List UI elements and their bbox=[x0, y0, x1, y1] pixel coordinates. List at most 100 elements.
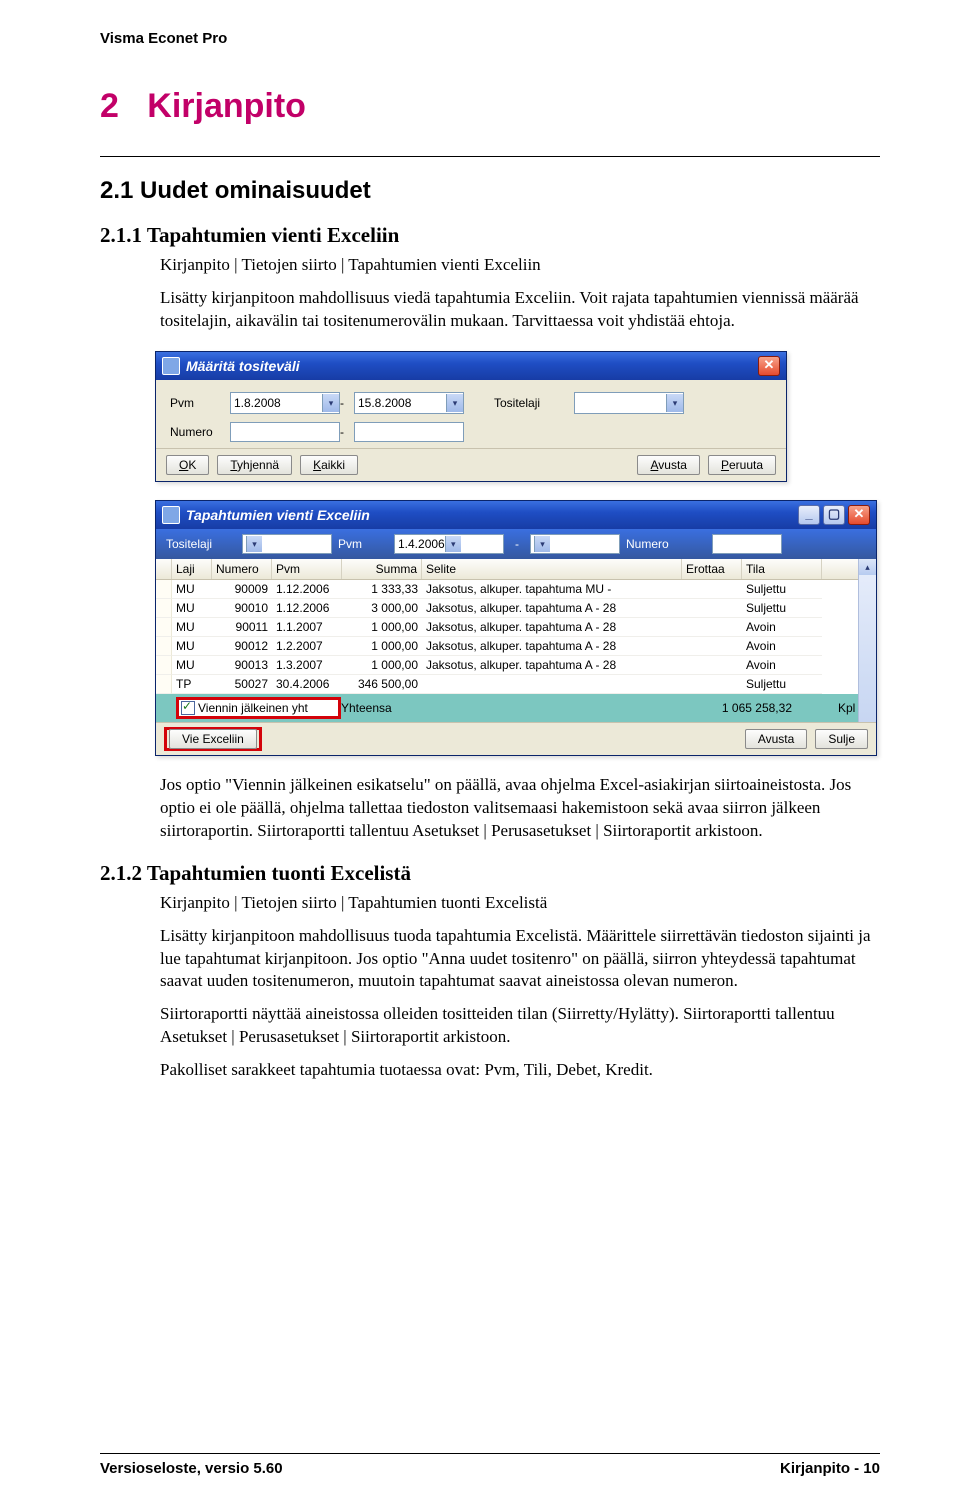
footer-left: Versioseloste, versio 5.60 bbox=[100, 1460, 283, 1477]
cell-laji: MU bbox=[172, 599, 212, 618]
close-button[interactable]: Sulje bbox=[815, 729, 868, 749]
label-numero: Numero bbox=[170, 425, 230, 439]
col-erottaa[interactable]: Erottaa bbox=[682, 559, 742, 579]
cell-erottaa bbox=[682, 656, 742, 675]
tositelaji-input[interactable]: ▾ bbox=[242, 534, 332, 554]
label-kpl: Kpl bbox=[838, 701, 855, 715]
cell-pvm: 1.12.2006 bbox=[272, 580, 342, 599]
cell-summa: 1 000,00 bbox=[342, 656, 422, 675]
help-button[interactable]: Avusta bbox=[637, 455, 699, 475]
all-button[interactable]: Kaikki bbox=[300, 455, 358, 475]
cell-laji: MU bbox=[172, 656, 212, 675]
table-row[interactable]: MU900121.2.20071 000,00Jaksotus, alkuper… bbox=[156, 637, 876, 656]
table-body: MU900091.12.20061 333,33Jaksotus, alkupe… bbox=[156, 580, 876, 694]
preview-after-export-checkbox[interactable]: Viennin jälkeinen yht bbox=[176, 697, 341, 719]
cell-numero: 50027 bbox=[212, 675, 272, 694]
cell-selite: Jaksotus, alkuper. tapahtuma A - 28 bbox=[422, 637, 682, 656]
chevron-down-icon[interactable]: ▾ bbox=[246, 536, 262, 552]
cell-laji: MU bbox=[172, 580, 212, 599]
chevron-down-icon[interactable]: ▾ bbox=[322, 394, 339, 412]
chevron-down-icon[interactable]: ▾ bbox=[446, 394, 463, 412]
section-2-1-1-heading: 2.1.1 Tapahtumien vienti Exceliin bbox=[100, 223, 880, 248]
close-icon[interactable]: ✕ bbox=[758, 356, 780, 376]
label-numero: Numero bbox=[626, 537, 706, 551]
help-button[interactable]: Avusta bbox=[745, 729, 807, 749]
table-row[interactable]: MU900101.12.20063 000,00Jaksotus, alkupe… bbox=[156, 599, 876, 618]
checkbox-icon[interactable] bbox=[181, 701, 195, 715]
col-pvm[interactable]: Pvm bbox=[272, 559, 342, 579]
cell-pvm: 1.1.2007 bbox=[272, 618, 342, 637]
titlebar[interactable]: Tapahtumien vienti Exceliin _ ▢ ✕ bbox=[156, 501, 876, 529]
cell-tila: Suljettu bbox=[742, 580, 822, 599]
titlebar[interactable]: Määritä tositeväli ✕ bbox=[156, 352, 786, 380]
cell-numero: 90011 bbox=[212, 618, 272, 637]
tositelaji-combo[interactable]: ▾ bbox=[574, 392, 684, 414]
cell-selite: Jaksotus, alkuper. tapahtuma MU - bbox=[422, 580, 682, 599]
maximize-icon[interactable]: ▢ bbox=[823, 505, 845, 525]
numero-to-input[interactable] bbox=[354, 422, 464, 442]
date-from-input[interactable]: 1.8.2008▾ bbox=[230, 392, 340, 414]
body-paragraph: Lisätty kirjanpitoon mahdollisuus viedä … bbox=[160, 287, 880, 333]
cancel-button[interactable]: Peruuta bbox=[708, 455, 776, 475]
cell-numero: 90009 bbox=[212, 580, 272, 599]
cell-tila: Avoin bbox=[742, 637, 822, 656]
col-numero[interactable]: Numero bbox=[212, 559, 272, 579]
cell-tila: Suljettu bbox=[742, 599, 822, 618]
cell-tila: Avoin bbox=[742, 618, 822, 637]
dash: - bbox=[340, 425, 354, 439]
app-icon bbox=[162, 506, 180, 524]
cell-pvm: 1.12.2006 bbox=[272, 599, 342, 618]
cell-summa: 1 000,00 bbox=[342, 618, 422, 637]
chapter-heading: 2 Kirjanpito bbox=[100, 87, 880, 126]
cell-numero: 90013 bbox=[212, 656, 272, 675]
cell-selite: Jaksotus, alkuper. tapahtuma A - 28 bbox=[422, 618, 682, 637]
cell-selite: Jaksotus, alkuper. tapahtuma A - 28 bbox=[422, 599, 682, 618]
col-tila[interactable]: Tila bbox=[742, 559, 822, 579]
cell-laji: MU bbox=[172, 637, 212, 656]
scrollbar-vertical[interactable]: ▴ bbox=[858, 559, 876, 722]
table-row[interactable]: TP5002730.4.2006346 500,00Suljettu bbox=[156, 675, 876, 694]
pvm-to-input[interactable]: ▾ bbox=[530, 534, 620, 554]
col-laji[interactable]: Laji bbox=[172, 559, 212, 579]
section-2-1-heading: 2.1 Uudet ominaisuudet bbox=[100, 177, 880, 205]
pvm-from-input[interactable]: 1.4.2006▾ bbox=[394, 534, 504, 554]
cell-summa: 1 333,33 bbox=[342, 580, 422, 599]
summary-row: Viennin jälkeinen yht Yhteensa 1 065 258… bbox=[156, 694, 876, 722]
cell-tila: Suljettu bbox=[742, 675, 822, 694]
chapter-number: 2 bbox=[100, 87, 119, 125]
table-row[interactable]: MU900131.3.20071 000,00Jaksotus, alkuper… bbox=[156, 656, 876, 675]
clear-button[interactable]: Tyhjennä bbox=[217, 455, 292, 475]
table-row[interactable]: MU900091.12.20061 333,33Jaksotus, alkupe… bbox=[156, 580, 876, 599]
total-value: 1 065 258,32 bbox=[471, 701, 792, 715]
table-row[interactable]: MU900111.1.20071 000,00Jaksotus, alkuper… bbox=[156, 618, 876, 637]
cell-erottaa bbox=[682, 675, 742, 694]
numero-from-input[interactable] bbox=[230, 422, 340, 442]
chevron-down-icon[interactable]: ▾ bbox=[445, 536, 461, 552]
breadcrumb-path: Kirjanpito | Tietojen siirto | Tapahtumi… bbox=[160, 254, 880, 277]
col-summa[interactable]: Summa bbox=[342, 559, 422, 579]
col-selite[interactable]: Selite bbox=[422, 559, 682, 579]
minimize-icon[interactable]: _ bbox=[798, 505, 820, 525]
numero-input[interactable] bbox=[712, 534, 782, 554]
cell-selite bbox=[422, 675, 682, 694]
cell-pvm: 30.4.2006 bbox=[272, 675, 342, 694]
export-to-excel-button[interactable]: Vie Exceliin bbox=[169, 729, 257, 749]
cell-laji: MU bbox=[172, 618, 212, 637]
scroll-up-icon[interactable]: ▴ bbox=[859, 559, 876, 575]
cell-laji: TP bbox=[172, 675, 212, 694]
cell-numero: 90012 bbox=[212, 637, 272, 656]
date-to-input[interactable]: 15.8.2008▾ bbox=[354, 392, 464, 414]
ok-button[interactable]: OK bbox=[166, 455, 209, 475]
label-tositelaji: Tositelaji bbox=[166, 537, 236, 551]
footer-divider bbox=[100, 1453, 880, 1454]
body-paragraph: Lisätty kirjanpitoon mahdollisuus tuoda … bbox=[160, 925, 880, 994]
close-icon[interactable]: ✕ bbox=[848, 505, 870, 525]
dialog-define-voucher-range: Määritä tositeväli ✕ Pvm 1.8.2008▾ - 15.… bbox=[155, 351, 787, 482]
chevron-down-icon[interactable]: ▾ bbox=[666, 394, 683, 412]
chapter-title: Kirjanpito bbox=[147, 87, 306, 125]
label-yhteensa: Yhteensa bbox=[341, 701, 392, 715]
filter-toolbar: Tositelaji ▾ Pvm 1.4.2006▾ - ▾ Numero bbox=[156, 529, 876, 559]
divider bbox=[100, 156, 880, 157]
chevron-down-icon[interactable]: ▾ bbox=[534, 536, 550, 552]
cell-tila: Avoin bbox=[742, 656, 822, 675]
